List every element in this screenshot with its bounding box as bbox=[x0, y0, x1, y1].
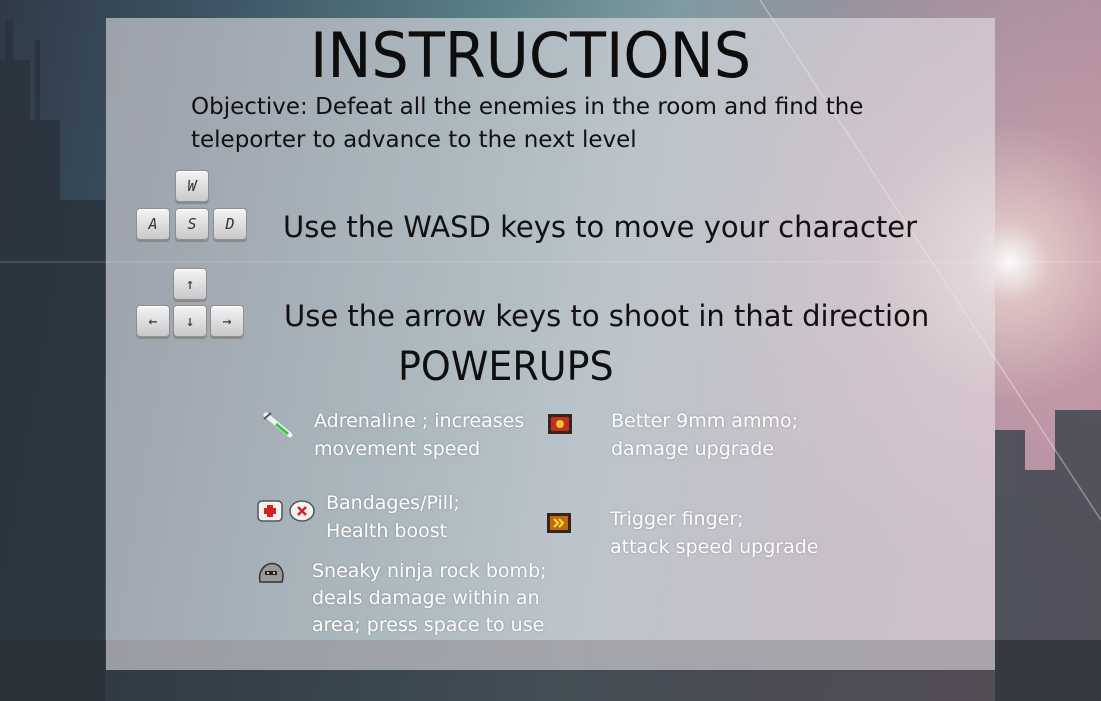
powerup-better-ammo: Better 9mm ammo; damage upgrade bbox=[611, 410, 798, 460]
powerup-trigger-finger: Trigger finger; attack speed upgrade bbox=[610, 508, 819, 558]
key-w: W bbox=[175, 170, 209, 202]
ammo-crate-icon bbox=[548, 414, 572, 434]
arrow-instruction: Use the arrow keys to shoot in that dire… bbox=[284, 299, 930, 333]
key-left: ← bbox=[136, 305, 170, 337]
syringe-icon bbox=[263, 412, 293, 438]
powerup-adrenaline: Adrenaline ; increases movement speed bbox=[314, 410, 525, 460]
powerup-bandages-pill: Bandages/Pill; Health boost bbox=[326, 492, 460, 542]
key-d: D bbox=[213, 208, 247, 240]
key-down: ↓ bbox=[173, 305, 207, 337]
powerup-rock-bomb: Sneaky ninja rock bomb; deals damage with… bbox=[312, 560, 547, 636]
rock-bomb-icon bbox=[258, 562, 284, 583]
page-title: INSTRUCTIONS bbox=[310, 19, 752, 92]
trigger-crate-icon bbox=[547, 513, 571, 533]
bandage-pill-icon bbox=[257, 500, 315, 522]
key-up: ↑ bbox=[173, 268, 207, 300]
key-s: S bbox=[175, 208, 209, 240]
key-right: → bbox=[210, 305, 244, 337]
wasd-instruction: Use the WASD keys to move your character bbox=[283, 210, 918, 244]
objective-text: Objective: Defeat all the enemies in the… bbox=[191, 94, 864, 153]
key-a: A bbox=[136, 208, 170, 240]
powerups-heading: POWERUPS bbox=[398, 344, 614, 390]
